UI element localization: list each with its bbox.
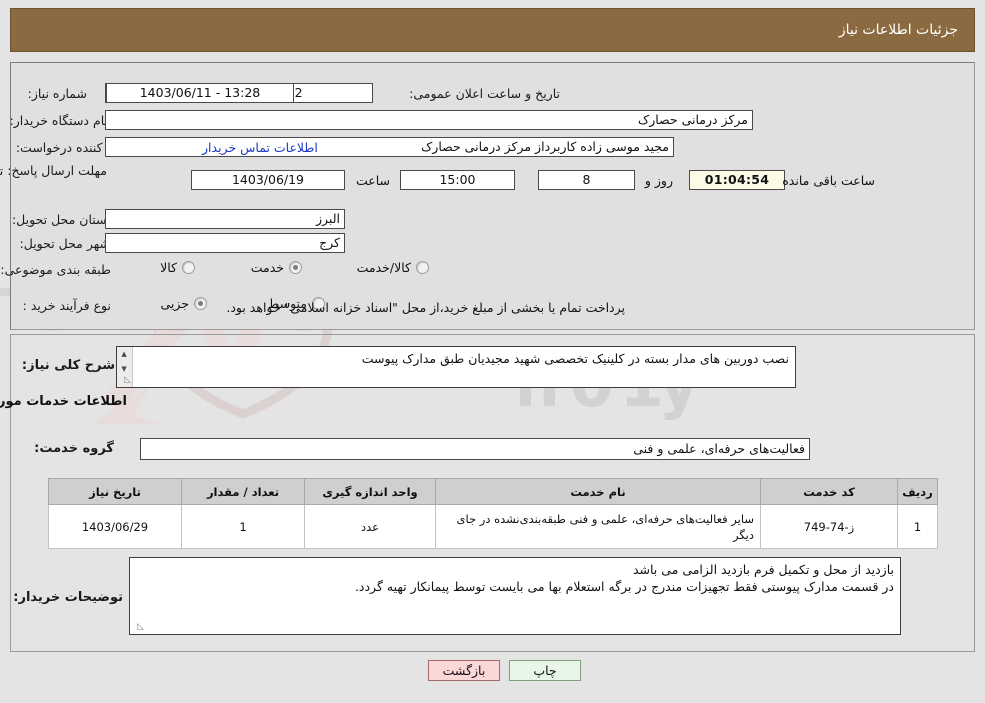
announcement-label: تاریخ و ساعت اعلان عمومی: — [409, 86, 560, 101]
buyer-contact-link[interactable]: اطلاعات تماس خریدار — [202, 140, 318, 155]
radio-indicator[interactable] — [289, 261, 302, 274]
resize-grip-icon[interactable] — [119, 374, 131, 386]
page-header: جزئیات اطلاعات نیاز — [10, 8, 975, 52]
category-label: طبقه بندی موضوعی: — [0, 262, 111, 277]
page-root: AriaTender.net n 0 1 y جزئیات اطلاعات نی… — [0, 0, 985, 703]
cell-qty: 1 — [181, 504, 305, 549]
buyer-notes-label: توضیحات خریدار: — [13, 590, 123, 605]
buyer-notes-value: بازدید از محل و تکمیل فرم بازدید الزامی … — [354, 562, 894, 594]
deadline-date-value: 1403/06/19 — [191, 170, 345, 190]
services-table: ردیف کد خدمت نام خدمت واحد اندازه گیری ت… — [48, 478, 938, 549]
remaining-text: ساعت باقی مانده — [782, 173, 875, 188]
cell-code: ز-74-749 — [760, 504, 898, 549]
cell-name: سایر فعالیت‌های حرفه‌ای، علمی و فنی طبقه… — [435, 504, 761, 549]
city-label: شهر محل تحویل: — [19, 236, 110, 251]
col-code: کد خدمت — [760, 478, 898, 505]
scroll-up-icon[interactable] — [117, 347, 132, 362]
process-type-label: نوع فرآیند خرید : — [22, 298, 111, 313]
need-description-value: نصب دوربین های مدار بسته در کلینیک تخصصی… — [361, 351, 789, 366]
category-option-label: خدمت — [250, 260, 284, 275]
cell-date: 1403/06/29 — [48, 504, 182, 549]
days-word: روز و — [644, 173, 673, 188]
province-value: البرز — [105, 209, 345, 229]
col-name: نام خدمت — [435, 478, 761, 505]
need-description-label: شرح کلی نیاز: — [21, 358, 115, 373]
need-description-textarea[interactable]: نصب دوربین های مدار بسته در کلینیک تخصصی… — [116, 346, 796, 388]
cell-index: 1 — [897, 504, 938, 549]
buyer-org-value: مرکز درمانی حصارک — [105, 110, 753, 130]
service-group-label: گروه خدمت: — [34, 441, 114, 456]
radio-indicator[interactable] — [182, 261, 195, 274]
payment-note: پرداخت تمام یا بخشی از مبلغ خرید،از محل … — [226, 300, 625, 315]
back-button[interactable]: بازگشت — [428, 660, 500, 681]
city-value: کرج — [105, 233, 345, 253]
col-unit: واحد اندازه گیری — [304, 478, 436, 505]
services-section-heading: اطلاعات خدمات مورد نیاز — [0, 394, 127, 409]
radio-indicator[interactable] — [416, 261, 429, 274]
hour-label: ساعت — [355, 173, 390, 188]
remaining-days-value: 8 — [538, 170, 635, 190]
table-row: 1 ز-74-749 سایر فعالیت‌های حرفه‌ای، علمی… — [48, 504, 938, 549]
cell-unit: عدد — [304, 504, 436, 549]
col-date: تاریخ نیاز — [48, 478, 182, 505]
col-qty: تعداد / مقدار — [181, 478, 305, 505]
table-header-row: ردیف کد خدمت نام خدمت واحد اندازه گیری ت… — [48, 478, 938, 505]
category-option-label: کالا — [160, 260, 177, 275]
province-label: استان محل تحویل: — [11, 212, 110, 227]
col-index: ردیف — [897, 478, 938, 505]
buyer-org-label: نام دستگاه خریدار: — [9, 113, 108, 128]
need-number-label: شماره نیاز: — [27, 86, 87, 101]
category-radio-kala-khedmat[interactable]: کالا/خدمت — [357, 260, 429, 275]
deadline-time-value: 15:00 — [400, 170, 515, 190]
creator-value: مجید موسی زاده کاربرداز مرکز درمانی حصار… — [105, 137, 674, 157]
page-title: جزئیات اطلاعات نیاز — [838, 22, 958, 38]
service-group-value: فعالیت‌های حرفه‌ای، علمی و فنی — [140, 438, 810, 460]
announcement-value: 13:28 - 1403/06/11 — [106, 83, 294, 103]
category-radio-khedmat[interactable]: خدمت — [251, 260, 302, 275]
buyer-notes-textarea[interactable]: بازدید از محل و تکمیل فرم بازدید الزامی … — [129, 557, 901, 635]
deadline-label-text: مهلت ارسال پاسخ: تا تاریخ: — [0, 163, 107, 178]
process-radio-jozei[interactable]: جزیی — [160, 296, 207, 311]
print-button[interactable]: چاپ — [509, 660, 581, 681]
countdown-value: 01:04:54 — [689, 170, 785, 190]
process-option-label: جزیی — [160, 296, 189, 311]
category-radio-kala[interactable]: کالا — [160, 260, 195, 275]
category-option-label: کالا/خدمت — [356, 260, 411, 275]
resize-grip-icon[interactable] — [132, 621, 144, 633]
deadline-label: مهلت ارسال پاسخ: تا تاریخ: — [0, 163, 107, 178]
radio-indicator[interactable] — [194, 297, 207, 310]
